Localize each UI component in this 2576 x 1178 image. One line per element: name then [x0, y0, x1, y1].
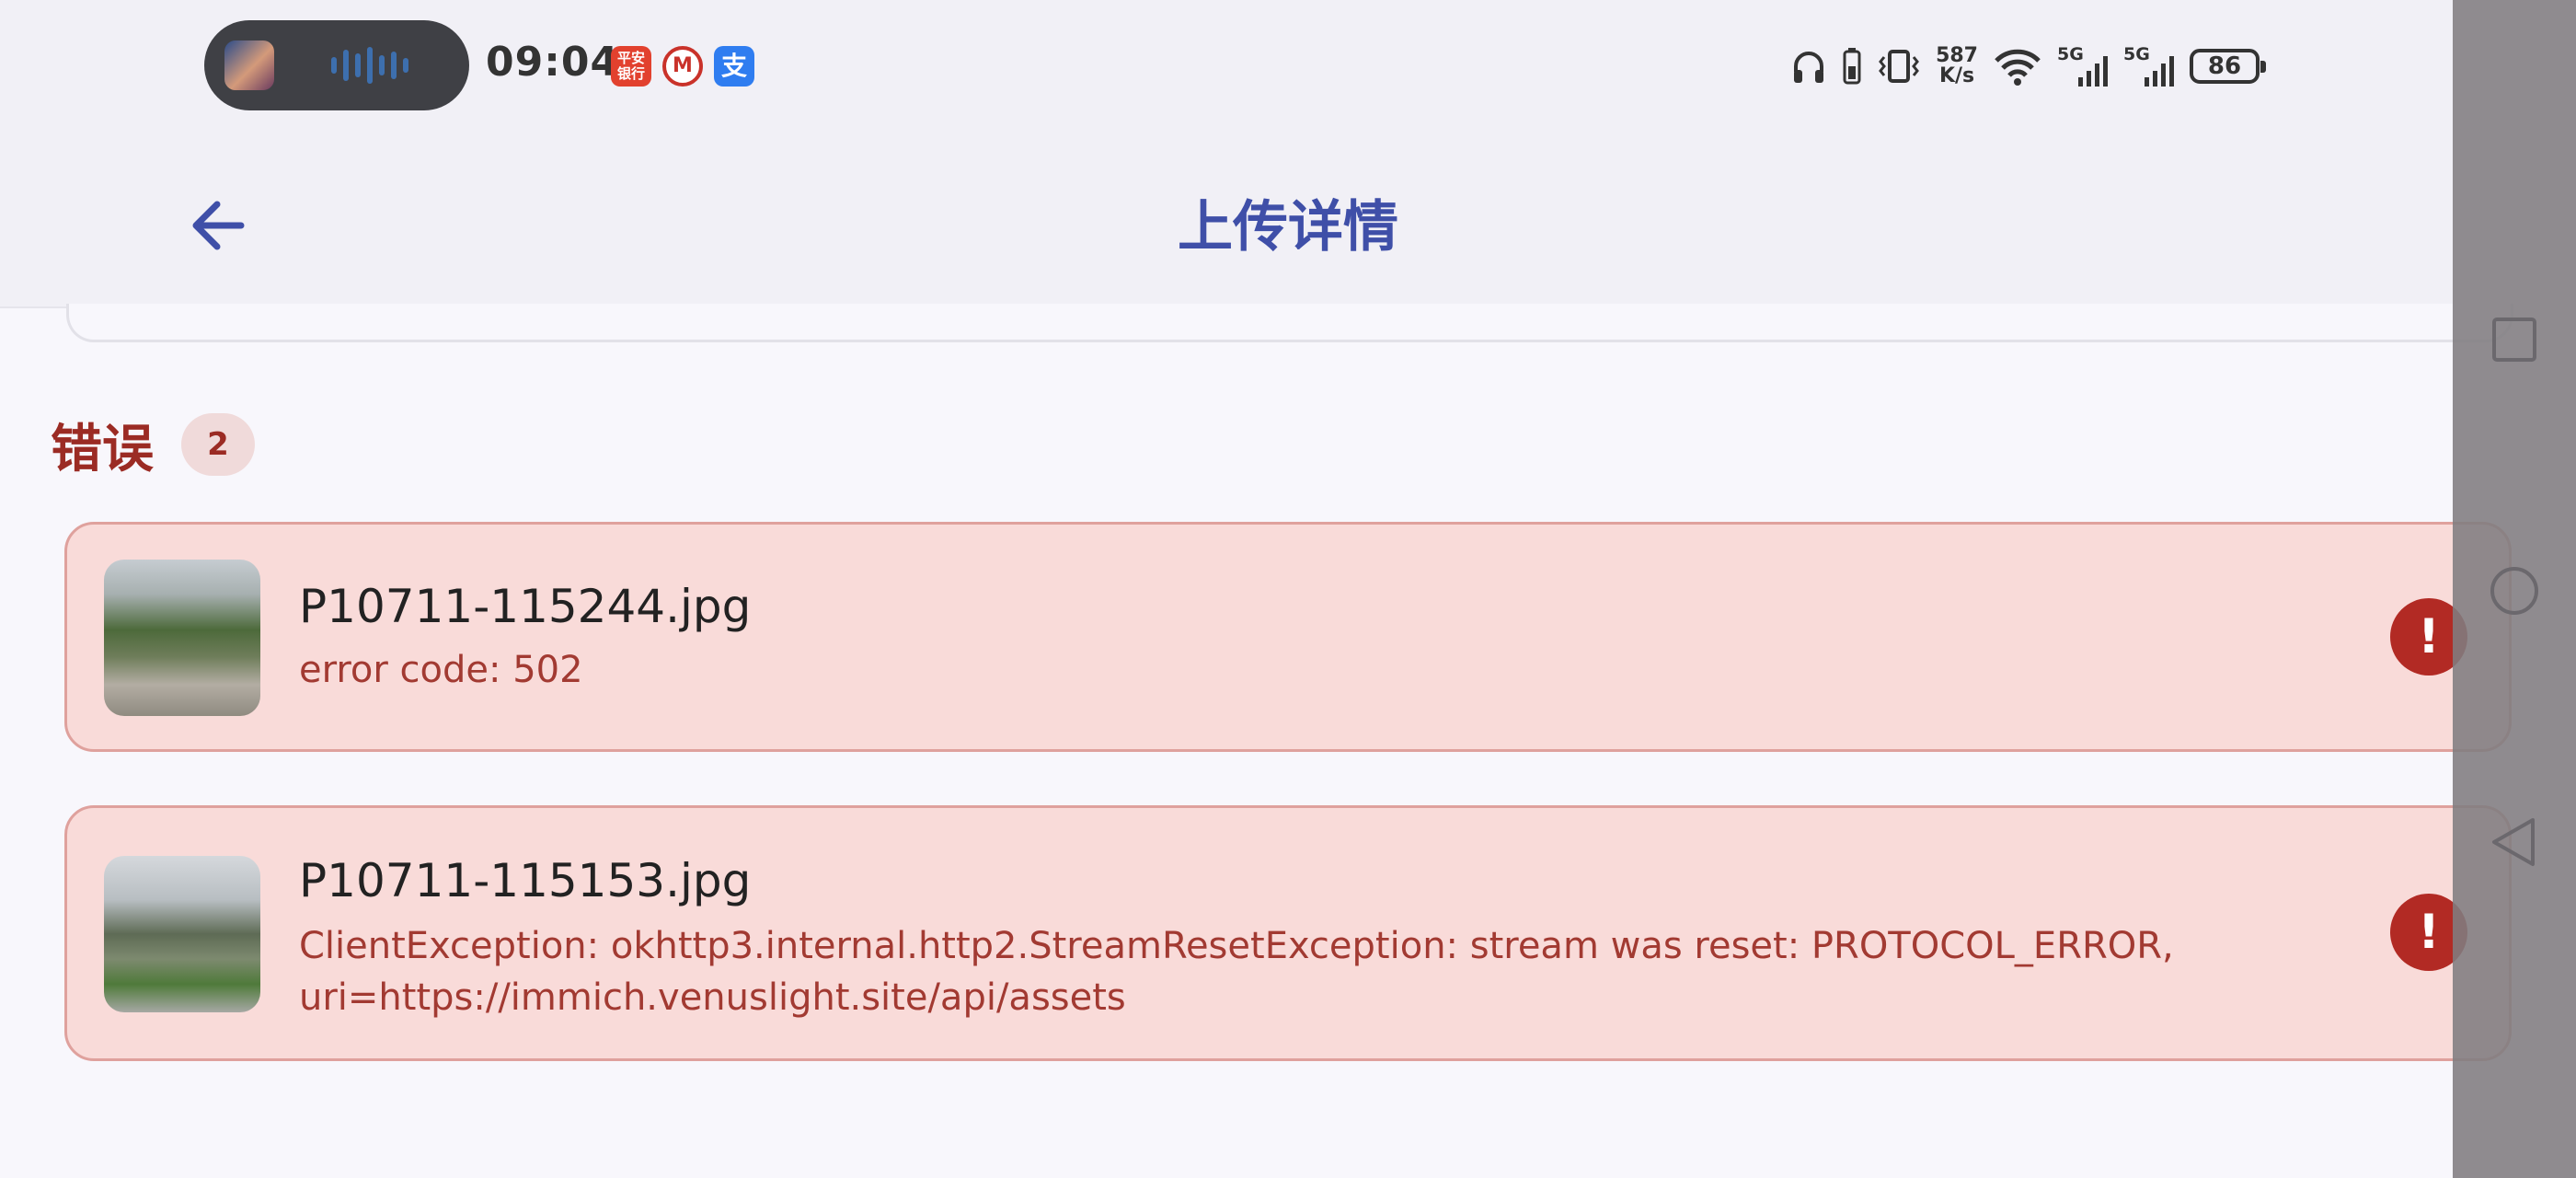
photo-thumbnail [104, 856, 260, 1012]
page-title: 上传详情 [1178, 195, 1398, 260]
audio-wave-icon [331, 46, 408, 85]
status-bar: 09:04 平安 银行 M 支 587 K/s 5G 5G 86 [0, 0, 2453, 133]
home-button[interactable] [2453, 538, 2576, 640]
system-status-icons: 587 K/s 5G 5G 86 [1790, 40, 2266, 92]
error-item-card[interactable]: P10711-115153.jpg ClientException: okhtt… [64, 805, 2512, 1061]
media-playback-pill[interactable] [204, 20, 469, 110]
errors-title: 错误 [51, 419, 154, 479]
back-triangle-icon [2492, 818, 2535, 866]
alipay-icon: 支 [714, 46, 754, 87]
battery-saver-icon [1843, 48, 1861, 85]
ping-an-bank-icon: 平安 银行 [611, 46, 651, 87]
file-name: P10711-115244.jpg [299, 580, 752, 633]
error-message: error code: 502 [299, 649, 583, 691]
file-name: P10711-115153.jpg [299, 854, 752, 907]
summary-card-bottom-edge [66, 304, 2513, 342]
signal-bars-icon [2078, 56, 2108, 87]
clock: 09:04 [486, 39, 620, 86]
metro-icon: M [662, 46, 703, 87]
home-icon [2490, 567, 2538, 615]
vibrate-icon [1879, 50, 1919, 83]
wifi-icon [1995, 49, 2041, 86]
net-speed: 587 K/s [1936, 44, 1978, 87]
cellular-signal-2: 5G [2123, 44, 2175, 87]
cellular-signal-1: 5G [2057, 44, 2109, 87]
errors-section-header: 错误 2 [51, 412, 255, 479]
battery-indicator: 86 [2190, 49, 2266, 84]
nav-back-button[interactable] [2453, 790, 2576, 891]
system-nav-bar [2453, 0, 2576, 1178]
recents-icon [2492, 318, 2536, 362]
recents-button[interactable] [2453, 287, 2576, 388]
signal-bars-icon [2145, 56, 2174, 87]
headphones-icon [1794, 52, 1824, 83]
photo-thumbnail [104, 560, 260, 716]
app-bar: 上传详情 [0, 133, 2453, 308]
upload-details-screen: 09:04 平安 银行 M 支 587 K/s 5G 5G 86 上传详情 错误… [0, 0, 2576, 1178]
error-count-badge: 2 [181, 413, 255, 476]
error-item-card[interactable]: P10711-115244.jpg error code: 502 ! [64, 522, 2512, 752]
error-message: ClientException: okhttp3.internal.http2.… [299, 925, 2174, 1019]
album-art [224, 40, 274, 90]
